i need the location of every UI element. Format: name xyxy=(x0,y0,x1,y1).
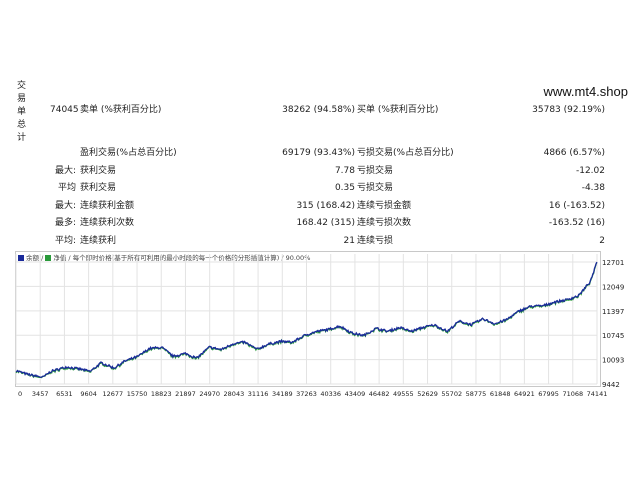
x-tick-label: 37263 xyxy=(296,390,317,398)
model-info: 每个即时价格(基于所有可利用的最小时段的每一个价格的分形插值计算) / 90.0… xyxy=(72,254,311,262)
equity-legend-label: 净值 xyxy=(53,254,67,262)
stat-value: 4866 (6.57%) xyxy=(543,148,605,158)
y-tick-label: 11397 xyxy=(602,308,624,316)
x-tick-label: 46482 xyxy=(369,390,390,398)
x-tick-label: 31116 xyxy=(248,390,269,398)
stat-value: 2 xyxy=(599,236,605,246)
y-tick-label: 9442 xyxy=(602,381,620,389)
x-tick-label: 49555 xyxy=(393,390,414,398)
side-label-char: 总 xyxy=(17,120,27,130)
balance-swatch xyxy=(18,255,24,261)
stats-row: 最大: 获利交易 7.78 亏损交易 -12.02 xyxy=(30,165,610,178)
chart-legend: 余额 / 净值 / 每个即时价格(基于所有可利用的最小时段的每一个价格的分形插值… xyxy=(18,252,310,262)
brand-watermark: www.mt4.shop xyxy=(543,84,628,99)
x-tick-labels: 0 3457 6531 9604 12677 15750 18823 21897 24970 28… xyxy=(18,390,607,398)
stat-label: 获利交易 xyxy=(80,166,117,176)
stat-value: 21 xyxy=(343,236,355,246)
x-tick-label: 34189 xyxy=(272,390,293,398)
stat-label: 连续获利 xyxy=(80,236,117,246)
x-tick-label: 21897 xyxy=(175,390,196,398)
stat-label: 亏损交易 xyxy=(357,183,394,193)
stats-row: 最大: 连续获利金额 315 (168.42) 连续亏损金额 16 (-163.… xyxy=(30,200,610,213)
stats-row: 74045 卖单 (%获利百分比) 38262 (94.58%) 买单 (%获利… xyxy=(30,104,610,117)
stat-value: 168.42 (315) xyxy=(296,218,355,228)
y-tick-labels: 12701 12049 11397 10745 10093 9442 xyxy=(602,259,624,389)
side-label-char: 交 xyxy=(17,81,27,91)
x-tick-label: 74141 xyxy=(587,390,608,398)
x-tick-label: 9604 xyxy=(80,390,97,398)
side-label-char: 计 xyxy=(17,133,27,143)
side-label-char: 易 xyxy=(17,94,27,104)
x-tick-label: 0 xyxy=(18,390,22,398)
stat-value: 38262 (94.58%) xyxy=(282,105,355,115)
stat-prefix: 最大: xyxy=(55,201,77,211)
stat-count: 74045 xyxy=(50,105,79,115)
balance-chart-frame xyxy=(15,251,601,387)
stat-value: 16 (-163.52) xyxy=(548,201,605,211)
stat-label: 连续亏损次数 xyxy=(357,218,412,228)
x-tick-label: 3457 xyxy=(32,390,49,398)
x-tick-label: 15750 xyxy=(127,390,148,398)
stats-row: 平均 获利交易 0.35 亏损交易 -4.38 xyxy=(30,182,610,195)
stat-prefix: 平均 xyxy=(58,183,77,193)
stat-value: 69179 (93.43%) xyxy=(282,148,355,158)
x-tick-label: 67995 xyxy=(538,390,559,398)
stat-label: 连续亏损金额 xyxy=(357,201,412,211)
stat-value: -4.38 xyxy=(581,183,605,193)
y-tick-label: 12049 xyxy=(602,283,624,291)
y-tick-label: 10745 xyxy=(602,332,624,340)
stat-label: 连续获利金额 xyxy=(80,201,135,211)
stat-label: 获利交易 xyxy=(80,183,117,193)
stat-prefix: 最大: xyxy=(55,166,77,176)
x-tick-label: 40336 xyxy=(320,390,341,398)
x-tick-label: 24970 xyxy=(199,390,220,398)
balance-legend-label: 余额 xyxy=(26,254,39,262)
x-tick-label: 71068 xyxy=(562,390,583,398)
stat-label: 买单 (%获利百分比) xyxy=(357,105,439,115)
stat-value: 7.78 xyxy=(334,166,355,176)
stat-label: 连续亏损 xyxy=(357,236,394,246)
side-label: 交 易 单 总 计 xyxy=(17,80,27,145)
x-tick-label: 61848 xyxy=(490,390,511,398)
stat-prefix: 最多: xyxy=(55,218,77,228)
stat-value: -163.52 (16) xyxy=(548,218,605,228)
stat-prefix: 平均: xyxy=(55,236,77,246)
stats-row: 盈利交易(%占总百分比) 69179 (93.43%) 亏损交易(%占总百分比)… xyxy=(30,147,610,160)
stat-label: 连续获利次数 xyxy=(80,218,135,228)
side-label-char: 单 xyxy=(17,107,27,117)
stat-value: 315 (168.42) xyxy=(296,201,355,211)
stat-value: 35783 (92.19%) xyxy=(532,105,605,115)
x-tick-label: 43409 xyxy=(345,390,366,398)
x-tick-label: 28043 xyxy=(224,390,245,398)
x-tick-label: 58775 xyxy=(466,390,487,398)
y-tick-label: 10093 xyxy=(602,357,624,365)
x-tick-label: 52629 xyxy=(417,390,438,398)
y-tick-label: 12701 xyxy=(602,259,624,267)
stat-label: 亏损交易 xyxy=(357,166,394,176)
stat-value: 0.35 xyxy=(334,183,355,193)
stat-value: -12.02 xyxy=(575,166,605,176)
x-tick-label: 64921 xyxy=(514,390,535,398)
stats-row: 平均: 连续获利 21 连续亏损 2 xyxy=(30,235,610,248)
equity-swatch xyxy=(45,255,52,261)
x-tick-label: 6531 xyxy=(56,390,73,398)
x-tick-label: 18823 xyxy=(151,390,172,398)
stat-label: 卖单 (%获利百分比) xyxy=(80,105,162,115)
x-tick-label: 55702 xyxy=(441,390,462,398)
x-tick-label: 12677 xyxy=(102,390,123,398)
stats-row: 最多: 连续获利次数 168.42 (315) 连续亏损次数 -163.52 (… xyxy=(30,217,610,230)
stat-label: 亏损交易(%占总百分比) xyxy=(357,148,454,158)
stat-label: 盈利交易(%占总百分比) xyxy=(80,148,177,158)
